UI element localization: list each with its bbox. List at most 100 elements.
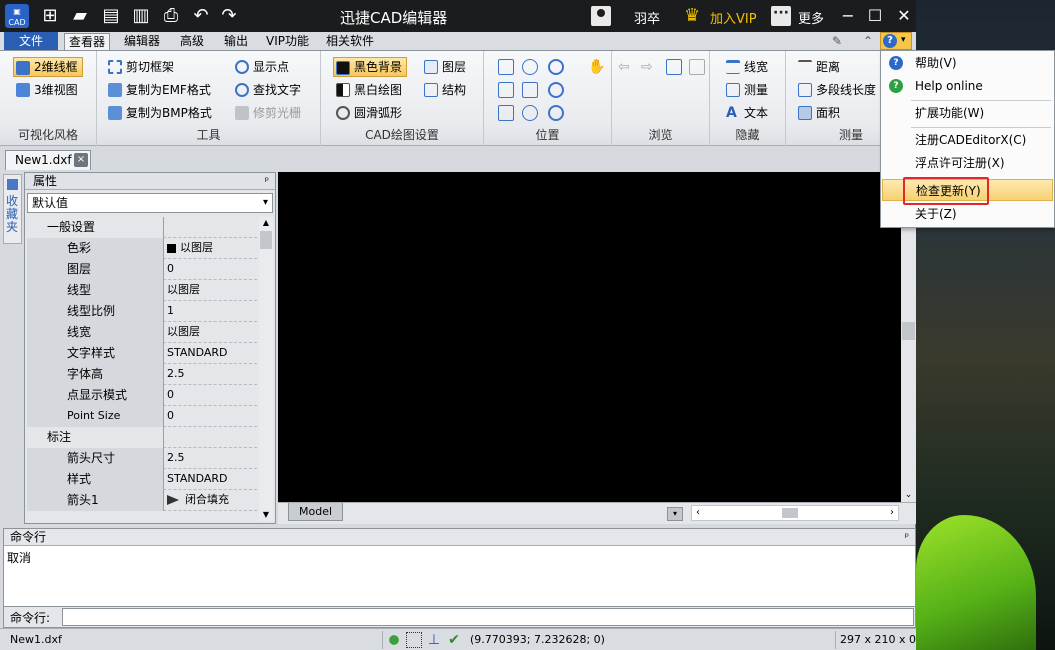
- user-avatar-icon[interactable]: [591, 6, 611, 26]
- tab-output[interactable]: 输出: [220, 33, 252, 50]
- close-icon[interactable]: ×: [74, 153, 88, 167]
- tab-advanced[interactable]: 高级: [176, 33, 208, 50]
- property-row[interactable]: 线型比例 1: [27, 301, 257, 322]
- scroll-down-icon[interactable]: ⌄: [901, 490, 916, 500]
- menu-item-help[interactable]: ? 帮助(V): [882, 52, 1053, 74]
- section-dimension[interactable]: −标注: [27, 427, 257, 448]
- property-row[interactable]: 点显示模式 0: [27, 385, 257, 406]
- pan-hand-icon[interactable]: ✋: [588, 59, 605, 75]
- edit-note-icon[interactable]: ✎: [829, 33, 845, 49]
- property-row[interactable]: 箭头尺寸 2.5: [27, 448, 257, 469]
- property-row[interactable]: 文字样式 STANDARD: [27, 343, 257, 364]
- black-background-button[interactable]: 黑色背景: [333, 57, 408, 77]
- tab-vip[interactable]: VIP功能: [262, 33, 313, 50]
- copy-emf-button[interactable]: 复制为EMF格式: [106, 80, 211, 100]
- property-row[interactable]: Point Size 0: [27, 406, 257, 427]
- menu-item-help-online[interactable]: ? Help online: [882, 75, 1053, 97]
- smooth-arc-button[interactable]: 圆滑弧形: [334, 103, 402, 123]
- scroll-down-icon[interactable]: ▼: [259, 509, 273, 521]
- print-icon[interactable]: ⎙: [160, 5, 182, 27]
- property-row[interactable]: 色彩 以图层: [27, 238, 257, 259]
- layout-dropdown-icon[interactable]: ▾: [667, 507, 683, 521]
- trim-raster-button[interactable]: 修剪光栅: [233, 103, 301, 123]
- open-folder-icon[interactable]: ▰: [69, 5, 91, 27]
- scroll-thumb[interactable]: [782, 508, 798, 518]
- distance-button[interactable]: 距离: [796, 57, 840, 77]
- property-row[interactable]: 图层 0: [27, 259, 257, 280]
- structure-button[interactable]: 结构: [422, 80, 466, 100]
- property-row[interactable]: 样式 STANDARD: [27, 469, 257, 490]
- layers-button[interactable]: 图层: [422, 57, 466, 77]
- area-button[interactable]: 面积: [796, 103, 840, 123]
- property-row[interactable]: 线宽 以图层: [27, 322, 257, 343]
- text-button[interactable]: A 文本: [724, 103, 768, 123]
- view-options-icon[interactable]: [548, 105, 564, 121]
- join-vip-link[interactable]: 加入VIP: [710, 8, 757, 27]
- collapse-ribbon-icon[interactable]: ⌃: [860, 33, 876, 49]
- lineweight-toggle-icon[interactable]: ✔: [446, 632, 462, 648]
- undo-icon[interactable]: ↶: [190, 5, 212, 27]
- maximize-button[interactable]: ☐: [863, 4, 887, 28]
- clip-frame-button[interactable]: 剪切框架: [106, 57, 174, 77]
- 3d-view-button[interactable]: 3维视图: [14, 80, 78, 100]
- menu-item-floating-license[interactable]: 浮点许可注册(X): [882, 152, 1053, 174]
- 3d-orbit-icon[interactable]: [498, 105, 514, 121]
- help-menu-button[interactable]: ? ▾: [880, 32, 912, 50]
- show-points-button[interactable]: 显示点: [233, 57, 289, 77]
- snap-icon[interactable]: [386, 632, 402, 648]
- more-icon[interactable]: ···: [771, 6, 791, 26]
- menu-item-register[interactable]: 注册CADEditorX(C): [882, 129, 1053, 151]
- zoom-window-icon[interactable]: [522, 59, 538, 75]
- drawing-canvas[interactable]: ▬ ⧉: [278, 172, 901, 502]
- property-row[interactable]: 线型 以图层: [27, 280, 257, 301]
- zoom-extents-icon[interactable]: [498, 59, 514, 75]
- scroll-thumb[interactable]: [902, 322, 915, 340]
- property-row[interactable]: 箭头1 闭合填充: [27, 490, 257, 511]
- scroll-thumb[interactable]: [260, 231, 272, 249]
- back-arrow-icon[interactable]: ⇦: [618, 59, 634, 75]
- command-input[interactable]: [62, 608, 914, 626]
- save-icon[interactable]: ▤: [100, 5, 122, 27]
- zoom-in-icon[interactable]: [548, 59, 564, 75]
- tab-related-software[interactable]: 相关软件: [322, 33, 378, 50]
- zoom-out-icon[interactable]: [548, 82, 564, 98]
- minimize-button[interactable]: −: [836, 4, 860, 28]
- zoom-all-icon[interactable]: [498, 82, 514, 98]
- section-general[interactable]: −一般设置: [27, 217, 257, 238]
- bw-drawing-button[interactable]: 黑白绘图: [334, 80, 402, 100]
- 2d-wireframe-button[interactable]: 2维线框: [13, 57, 83, 77]
- user-name[interactable]: 羽卒: [634, 8, 660, 27]
- properties-select[interactable]: 默认值 ▾: [27, 193, 273, 213]
- favorites-strip[interactable]: 收藏夹: [3, 174, 22, 244]
- zoom-fit-icon[interactable]: [522, 82, 538, 98]
- pin-icon[interactable]: ᵖ: [265, 174, 269, 190]
- close-button[interactable]: ✕: [892, 4, 916, 28]
- model-tab[interactable]: Model: [288, 503, 343, 521]
- tab-viewer[interactable]: 查看器: [64, 33, 111, 50]
- redo-icon[interactable]: ↷: [218, 5, 240, 27]
- menu-item-about[interactable]: 关于(Z): [882, 203, 1053, 225]
- find-text-button[interactable]: 查找文字: [233, 80, 301, 100]
- file-menu-tab[interactable]: 文件: [4, 32, 58, 50]
- scroll-right-icon[interactable]: ›: [890, 506, 894, 520]
- copy-bmp-button[interactable]: 复制为BMP格式: [106, 103, 212, 123]
- polyline-length-button[interactable]: 多段线长度: [796, 80, 876, 100]
- new-file-icon[interactable]: ⊞: [39, 5, 61, 27]
- tab-editor[interactable]: 编辑器: [120, 33, 164, 50]
- menu-item-extensions[interactable]: 扩展功能(W): [882, 102, 1053, 124]
- lineweight-button[interactable]: 线宽: [724, 57, 768, 77]
- document-tab[interactable]: New1.dxf ×: [5, 150, 91, 170]
- crown-icon[interactable]: ♛: [684, 5, 700, 26]
- more-button[interactable]: 更多: [798, 8, 824, 27]
- ortho-icon[interactable]: ⊥: [426, 632, 442, 648]
- zoom-previous-icon[interactable]: [522, 105, 538, 121]
- browse-folder-icon[interactable]: [666, 59, 682, 75]
- browse-refresh-icon[interactable]: [689, 59, 705, 75]
- grid-icon[interactable]: [406, 632, 422, 648]
- measure-button[interactable]: 测量: [724, 80, 768, 100]
- scroll-up-icon[interactable]: ▲: [259, 217, 273, 229]
- save-as-icon[interactable]: ▥: [130, 5, 152, 27]
- scroll-left-icon[interactable]: ‹: [696, 506, 700, 520]
- canvas-horizontal-scrollbar[interactable]: ‹ ›: [691, 505, 899, 521]
- pin-icon[interactable]: ᵖ: [905, 530, 909, 546]
